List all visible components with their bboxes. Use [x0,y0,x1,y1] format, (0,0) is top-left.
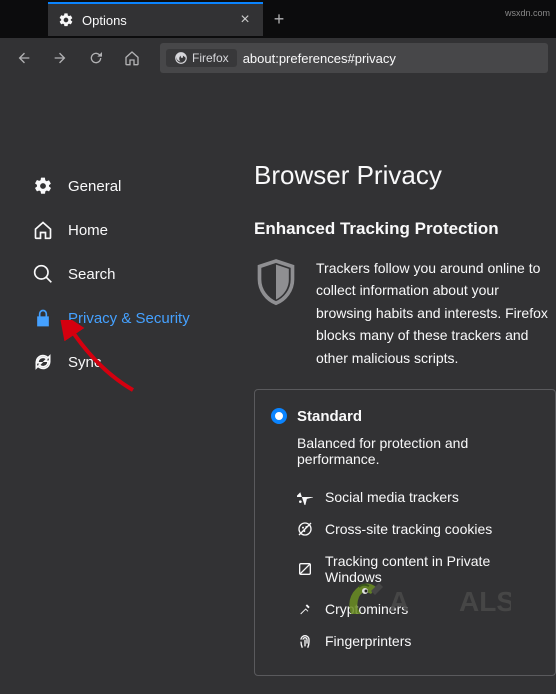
sidebar-item-sync[interactable]: Sync [20,344,236,380]
reload-button[interactable] [80,42,112,74]
home-button[interactable] [116,42,148,74]
main-area: General Home Search Privacy & Security S… [0,78,556,694]
etp-description-row: Trackers follow you around online to col… [254,257,556,369]
radio-icon [271,408,287,424]
search-icon [32,264,54,284]
toolbar: Firefox about:preferences#privacy [0,38,556,78]
page-title: Browser Privacy [254,160,556,191]
protection-standard-box: Standard Balanced for protection and per… [254,389,556,676]
radio-label: Standard [297,408,362,425]
forward-button[interactable] [44,42,76,74]
list-item: Fingerprinters [297,625,539,657]
etp-description-text: Trackers follow you around online to col… [316,257,556,369]
fingerprint-icon [297,633,313,649]
sidebar-item-label: Search [68,266,116,283]
content-pane: Browser Privacy Enhanced Tracking Protec… [236,78,556,694]
url-bar[interactable]: Firefox about:preferences#privacy [160,43,548,73]
sidebar-item-home[interactable]: Home [20,212,236,248]
identity-label: Firefox [192,51,229,65]
sidebar-item-label: Privacy & Security [68,310,190,327]
cookie-icon [297,521,313,537]
cryptominer-icon [297,601,313,617]
list-item: Social media trackers [297,481,539,513]
new-tab-button[interactable]: + [263,3,295,35]
firefox-icon [174,51,188,65]
list-item: Tracking content in Private Windows [297,545,539,593]
social-tracker-icon [297,489,313,505]
url-text: about:preferences#privacy [243,51,396,66]
protection-list: Social media trackers Cross-site trackin… [297,481,539,657]
shield-icon [254,257,298,369]
sidebar-item-label: General [68,178,121,195]
gear-icon [58,12,74,28]
identity-box[interactable]: Firefox [166,49,237,67]
section-title: Enhanced Tracking Protection [254,219,556,239]
list-item: Cryptominers [297,593,539,625]
sync-icon [32,352,54,372]
sidebar-item-general[interactable]: General [20,168,236,204]
close-icon[interactable]: × [237,12,253,28]
sidebar-item-privacy-security[interactable]: Privacy & Security [20,300,236,336]
tab-options[interactable]: Options × [48,2,263,36]
sidebar-item-label: Sync [68,354,101,371]
sidebar-item-search[interactable]: Search [20,256,236,292]
gear-icon [32,176,54,196]
tab-title: Options [82,13,229,28]
back-button[interactable] [8,42,40,74]
tab-bar: Options × + [0,0,556,38]
home-icon [32,220,54,240]
lock-icon [32,308,54,328]
radio-description: Balanced for protection and performance. [297,435,539,467]
list-item: Cross-site tracking cookies [297,513,539,545]
tracking-content-icon [297,561,313,577]
radio-standard[interactable]: Standard [271,408,539,425]
sidebar: General Home Search Privacy & Security S… [0,78,236,694]
sidebar-item-label: Home [68,222,108,239]
